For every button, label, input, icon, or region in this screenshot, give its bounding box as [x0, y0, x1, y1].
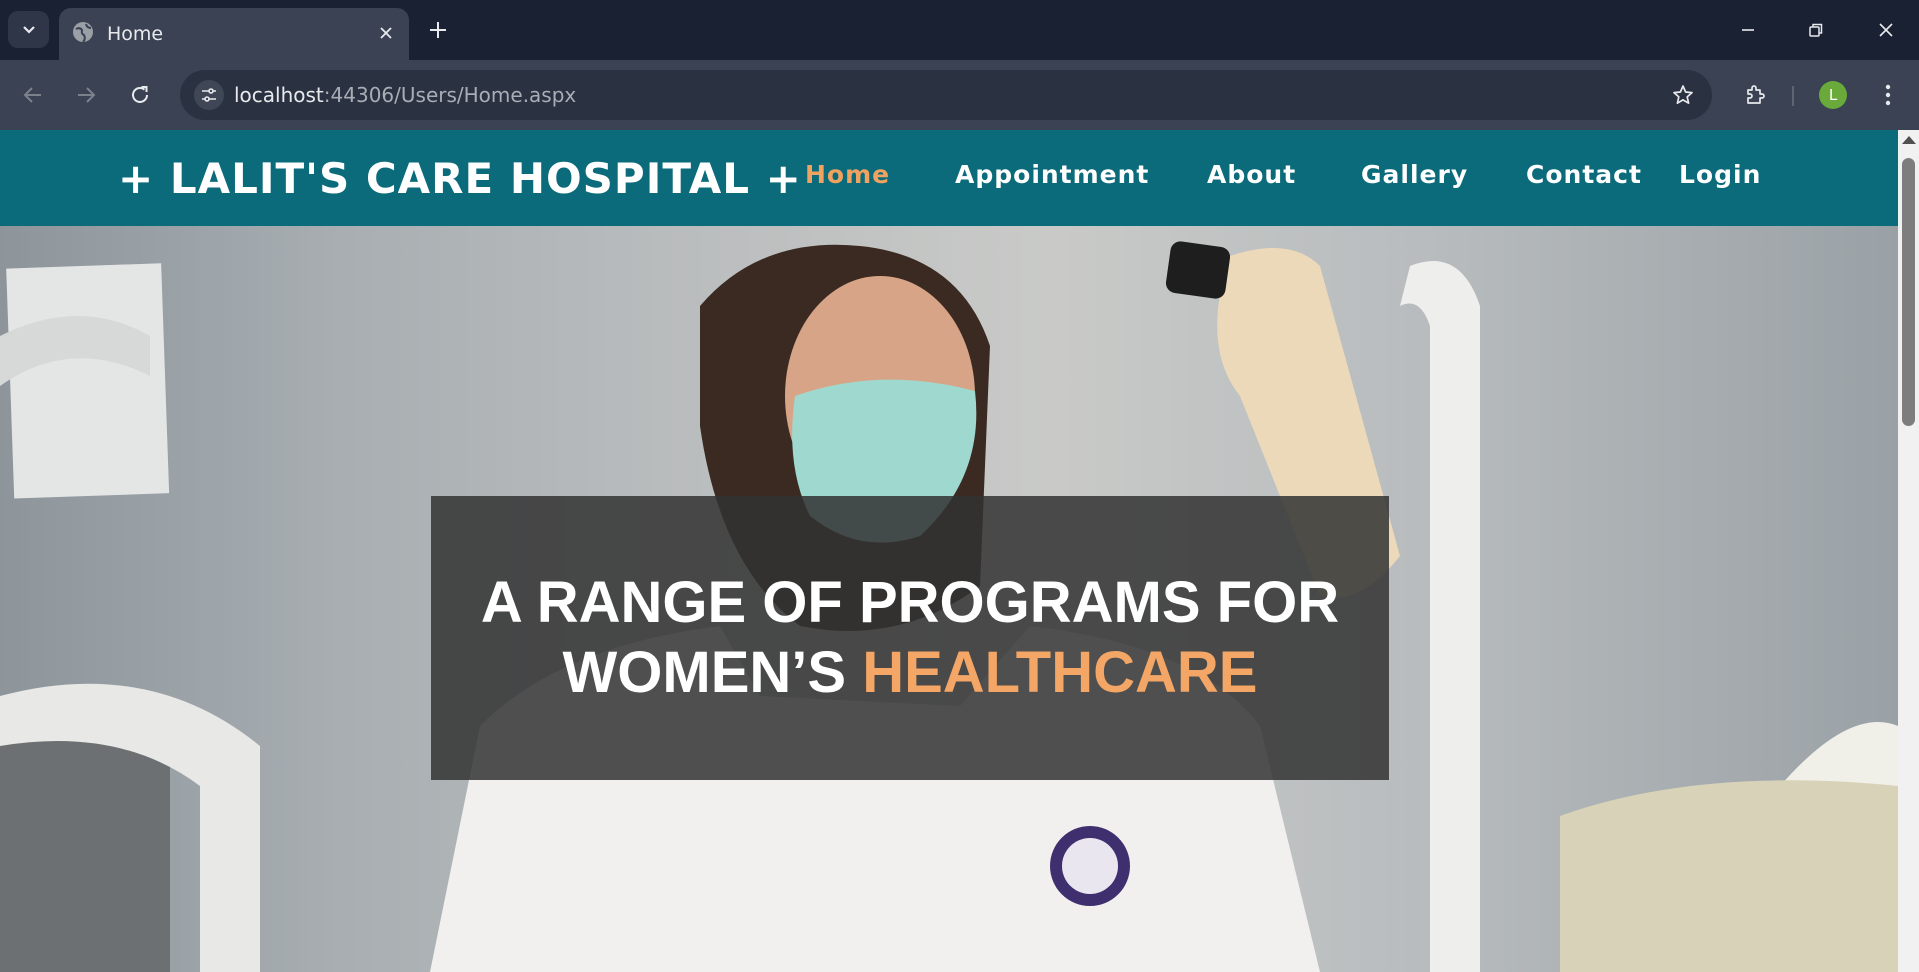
nav-gallery[interactable]: Gallery: [1361, 160, 1468, 189]
site-info-button[interactable]: [194, 80, 224, 110]
forward-button[interactable]: [68, 77, 104, 113]
plus-icon: [430, 22, 446, 38]
nav-about[interactable]: About: [1207, 160, 1296, 189]
headline-line1: A RANGE OF PROGRAMS FOR: [480, 570, 1340, 635]
tab-search-button[interactable]: [8, 11, 49, 48]
bookmark-star-button[interactable]: [1670, 82, 1696, 108]
tab-close-button[interactable]: [375, 22, 397, 44]
nav-appointment[interactable]: Appointment: [955, 160, 1149, 189]
scroll-up-arrow-icon[interactable]: [1902, 136, 1916, 144]
new-tab-button[interactable]: [425, 17, 451, 43]
site-logo[interactable]: + LALIT'S CARE HOSPITAL +: [118, 154, 802, 203]
browser-toolbar: localhost:44306/Users/Home.aspx L: [0, 60, 1919, 130]
star-icon: [1673, 85, 1693, 105]
back-button[interactable]: [15, 77, 51, 113]
url-path: :44306/Users/Home.aspx: [323, 83, 577, 107]
headline-line2-prefix: WOMEN’S: [562, 640, 863, 705]
minimize-button[interactable]: [1730, 12, 1766, 48]
url-host: localhost: [234, 83, 324, 107]
puzzle-icon: [1747, 85, 1765, 104]
browser-tab-bar: Home: [0, 0, 1919, 60]
reload-icon: [132, 86, 148, 103]
more-vert-icon: [1885, 84, 1891, 106]
scrollbar-thumb[interactable]: [1902, 158, 1915, 426]
profile-avatar[interactable]: L: [1819, 81, 1847, 109]
hero-section: A RANGE OF PROGRAMS FOR WOMEN’S HEALTHCA…: [0, 226, 1898, 972]
url-text: localhost:44306/Users/Home.aspx: [234, 83, 576, 107]
globe-icon: [73, 22, 93, 43]
minimize-icon: [1742, 29, 1754, 31]
close-icon: [380, 27, 392, 39]
restore-button[interactable]: [1798, 12, 1834, 48]
close-window-button[interactable]: [1868, 12, 1904, 48]
page-viewport: + LALIT'S CARE HOSPITAL + Home Appointme…: [0, 130, 1898, 972]
browser-tab[interactable]: Home: [59, 8, 409, 60]
browser-menu-button[interactable]: [1870, 77, 1906, 113]
reload-button[interactable]: [122, 77, 158, 113]
hero-headline: A RANGE OF PROGRAMS FOR WOMEN’S HEALTHCA…: [431, 568, 1389, 708]
extensions-button[interactable]: [1738, 77, 1774, 113]
page-scrollbar[interactable]: [1898, 130, 1919, 972]
site-header: + LALIT'S CARE HOSPITAL + Home Appointme…: [0, 130, 1898, 226]
hero-text-overlay: A RANGE OF PROGRAMS FOR WOMEN’S HEALTHCA…: [431, 496, 1389, 780]
arrow-right-icon: [78, 87, 96, 103]
nav-home[interactable]: Home: [805, 160, 890, 189]
arrow-left-icon: [23, 87, 41, 103]
tab-title: Home: [107, 23, 164, 45]
tune-icon: [202, 88, 216, 102]
nav-contact[interactable]: Contact: [1526, 160, 1642, 189]
toolbar-separator: [1792, 86, 1794, 106]
close-icon: [1879, 23, 1893, 37]
address-bar[interactable]: localhost:44306/Users/Home.aspx: [180, 70, 1712, 120]
headline-accent: HEALTHCARE: [862, 640, 1258, 705]
nav-login[interactable]: Login: [1679, 160, 1761, 189]
restore-icon: [1809, 23, 1823, 37]
chevron-down-icon: [22, 25, 35, 34]
